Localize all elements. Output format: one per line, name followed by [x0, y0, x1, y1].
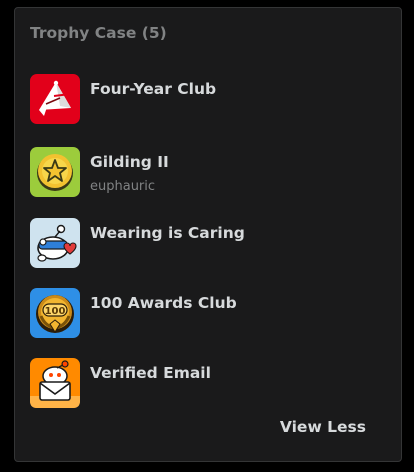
- verified-email-icon: [30, 358, 80, 408]
- trophy-description: euphauric: [90, 179, 156, 194]
- trophy-case-card: Trophy Case (5) Four-Year Club Gilding I…: [14, 7, 402, 462]
- trophy-item[interactable]: 100 100 Awards Club: [30, 288, 370, 340]
- trophy-item[interactable]: Wearing is Caring: [30, 218, 370, 270]
- svg-text:100: 100: [45, 306, 66, 317]
- four-year-club-icon: [30, 74, 80, 124]
- wearing-is-caring-icon: [30, 218, 80, 268]
- trophy-item[interactable]: Gilding II euphauric: [30, 147, 370, 199]
- trophy-name: Verified Email: [90, 364, 211, 382]
- trophy-name: 100 Awards Club: [90, 294, 237, 312]
- trophy-name: Wearing is Caring: [90, 224, 245, 242]
- hundred-awards-club-icon: 100: [30, 288, 80, 338]
- trophy-item[interactable]: Four-Year Club: [30, 74, 370, 126]
- trophy-item[interactable]: Verified Email: [30, 358, 370, 410]
- trophy-name: Four-Year Club: [90, 80, 217, 98]
- trophy-case-title: Trophy Case (5): [30, 24, 167, 42]
- gilding-icon: [30, 147, 80, 197]
- trophy-name: Gilding II: [90, 153, 169, 171]
- view-less-button[interactable]: View Less: [280, 418, 366, 436]
